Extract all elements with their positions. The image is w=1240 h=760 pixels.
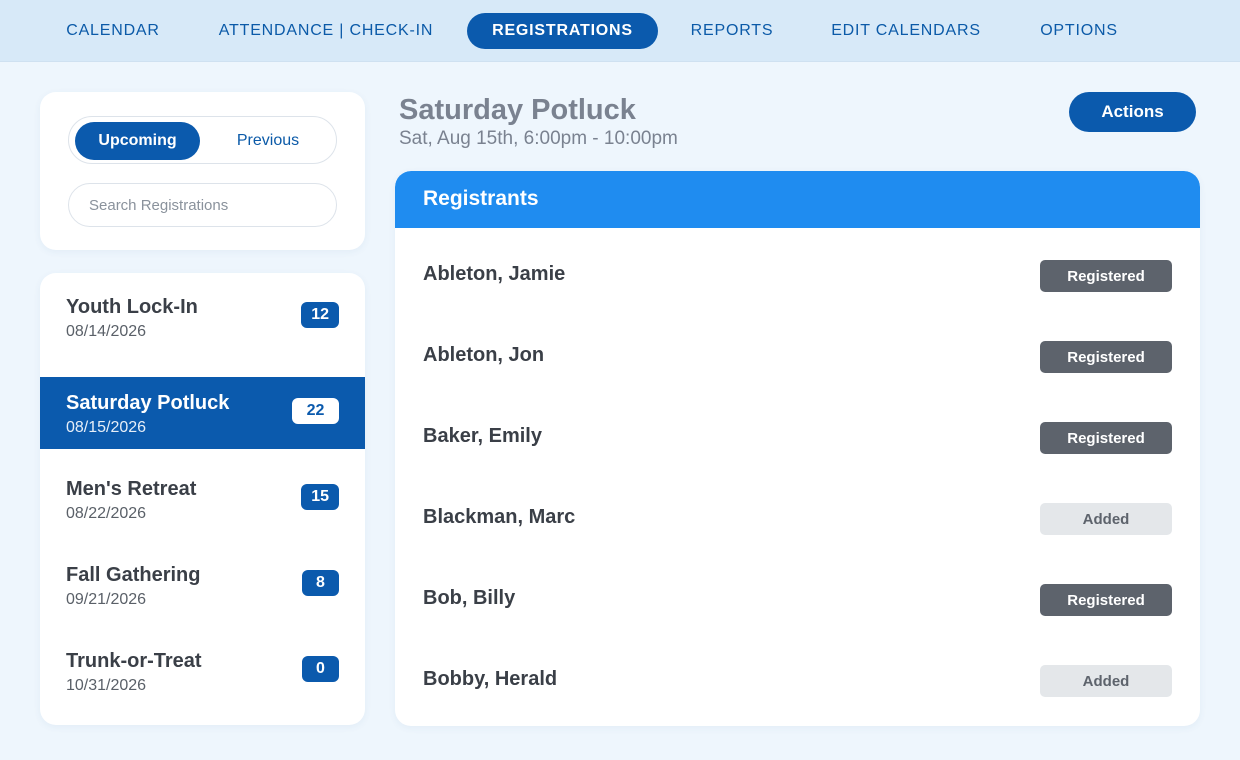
event-date: 08/14/2026: [66, 323, 147, 340]
nav-calendar[interactable]: CALENDAR: [48, 13, 178, 49]
status-badge: Added: [1040, 503, 1172, 535]
registration-count-badge: 8: [302, 570, 339, 596]
registrant-name: Blackman, Marc: [423, 506, 576, 528]
registrant-row[interactable]: Ableton, Jon Registered: [395, 314, 1200, 395]
event-name: Youth Lock-In: [66, 296, 198, 318]
event-name: Saturday Potluck: [66, 392, 230, 414]
nav-attendance-check-in[interactable]: ATTENDANCE | CHECK-IN: [206, 13, 446, 49]
registrant-row[interactable]: Bob, Billy Registered: [395, 557, 1200, 638]
registrant-row[interactable]: Bobby, Herald Added: [395, 638, 1200, 719]
event-name: Trunk-or-Treat: [66, 650, 202, 672]
nav-options[interactable]: OPTIONS: [1024, 13, 1134, 49]
search-registrations-input[interactable]: [68, 183, 337, 227]
registrant-row[interactable]: Blackman, Marc Added: [395, 476, 1200, 557]
event-date: 08/22/2026: [66, 505, 147, 522]
event-item-fall-gathering[interactable]: Fall Gathering 09/21/2026 8: [40, 549, 365, 621]
nav-registrations[interactable]: REGISTRATIONS: [467, 13, 658, 49]
event-date: 08/15/2026: [66, 419, 147, 436]
upcoming-tab[interactable]: Upcoming: [75, 122, 200, 160]
event-item-mens-retreat[interactable]: Men's Retreat 08/22/2026 15: [40, 463, 365, 535]
status-badge: Added: [1040, 665, 1172, 697]
actions-button[interactable]: Actions: [1069, 92, 1196, 132]
nav-edit-calendars[interactable]: EDIT CALENDARS: [816, 13, 996, 49]
status-badge: Registered: [1040, 260, 1172, 292]
page-title: Saturday Potluck: [399, 94, 636, 126]
registrant-row[interactable]: Baker, Emily Registered: [395, 395, 1200, 476]
registration-count-badge: 22: [292, 398, 339, 424]
registrant-row[interactable]: Ableton, Jamie Registered: [395, 233, 1200, 314]
registrant-name: Baker, Emily: [423, 425, 542, 447]
registrants-header: Registrants: [395, 171, 1200, 228]
event-date: 10/31/2026: [66, 677, 147, 694]
registrant-name: Ableton, Jon: [423, 344, 545, 366]
event-item-saturday-potluck[interactable]: Saturday Potluck 08/15/2026 22: [40, 377, 365, 449]
status-badge: Registered: [1040, 341, 1172, 373]
top-nav: CALENDAR ATTENDANCE | CHECK-IN REGISTRAT…: [0, 0, 1240, 62]
filter-card: Upcoming Previous: [40, 92, 365, 250]
event-item-youth-lock-in[interactable]: Youth Lock-In 08/14/2026 12: [40, 281, 365, 353]
event-date: 09/21/2026: [66, 591, 147, 608]
event-datetime: Sat, Aug 15th, 6:00pm - 10:00pm: [399, 128, 678, 149]
registration-count-badge: 15: [301, 484, 339, 510]
registrant-name: Bobby, Herald: [423, 668, 558, 690]
upcoming-previous-toggle: Upcoming Previous: [68, 116, 337, 164]
status-badge: Registered: [1040, 584, 1172, 616]
registrant-name: Ableton, Jamie: [423, 263, 566, 285]
registration-count-badge: 12: [301, 302, 339, 328]
event-item-trunk-or-treat[interactable]: Trunk-or-Treat 10/31/2026 0: [40, 635, 365, 707]
registrant-name: Bob, Billy: [423, 587, 516, 609]
registrants-panel: Registrants Ableton, Jamie Registered Ab…: [395, 171, 1200, 726]
registrants-title: Registrants: [423, 187, 539, 210]
status-badge: Registered: [1040, 422, 1172, 454]
event-name: Fall Gathering: [66, 564, 201, 586]
registration-count-badge: 0: [302, 656, 339, 682]
event-list: Youth Lock-In 08/14/2026 12 Saturday Pot…: [40, 273, 365, 725]
nav-reports[interactable]: REPORTS: [676, 13, 788, 49]
event-name: Men's Retreat: [66, 478, 197, 500]
previous-tab[interactable]: Previous: [204, 122, 332, 160]
